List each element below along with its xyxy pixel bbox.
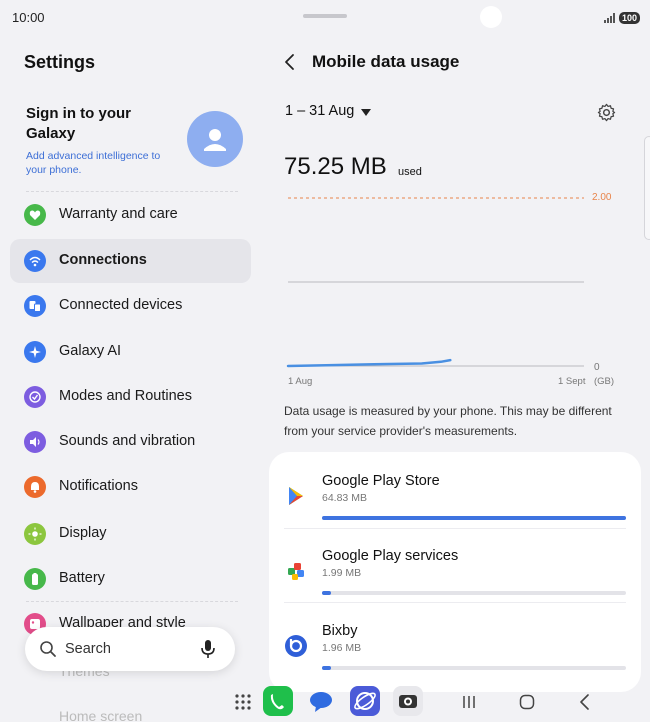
sidebar-item-modes-and-routines[interactable]: Modes and Routines [10, 375, 251, 419]
google-play-store-icon [289, 487, 303, 505]
chart-x-end-label: 1 Sept [558, 376, 586, 387]
sidebar-item-label: Galaxy AI [59, 343, 122, 359]
usage-chart: 2.00 0 1 Aug 1 Sept (GB) [284, 188, 624, 388]
app-row-google-play-store[interactable]: Google Play Store 64.83 MB [269, 458, 641, 532]
sidebar-item-notifications[interactable]: Notifications [10, 465, 251, 509]
app-name: Google Play services [322, 548, 459, 564]
battery-icon [24, 568, 46, 590]
divider [284, 528, 626, 529]
sounds-and-vibration-icon [24, 431, 46, 453]
account-title: Sign in to your Galaxy [26, 105, 131, 142]
phone-app-icon[interactable] [263, 686, 293, 716]
search-placeholder: Search [65, 641, 111, 657]
sidebar-item-label: Connected devices [59, 297, 183, 313]
measurement-note: Data usage is measured by your phone. Th… [284, 404, 612, 438]
usage-bar-fill [322, 666, 332, 670]
back-nav-icon[interactable] [576, 694, 594, 710]
google-play-services-icon [288, 563, 304, 580]
sidebar-item-label: Sounds and vibration [59, 433, 196, 449]
gear-icon[interactable] [597, 103, 616, 122]
sidebar-item-galaxy-ai[interactable]: Galaxy AI [10, 330, 251, 374]
app-drawer-icon[interactable] [232, 691, 254, 713]
usage-bar [322, 516, 626, 520]
status-bar: 10:00 100 [0, 0, 650, 36]
sidebar-item-label: Warranty and care [59, 206, 178, 222]
menu-item-home-screen[interactable]: Home screen [59, 708, 142, 722]
usage-chart-svg [286, 197, 584, 368]
home-icon[interactable] [518, 694, 536, 710]
recent-apps-icon[interactable] [460, 694, 478, 710]
sidebar-item-warranty-and-care[interactable]: Warranty and care [10, 193, 251, 237]
app-size: 1.99 MB [322, 567, 362, 579]
sidebar-item-battery[interactable]: Battery [10, 557, 251, 601]
chart-x-start-label: 1 Aug [288, 376, 313, 387]
sidebar-item-sounds-and-vibration[interactable]: Sounds and vibration [10, 420, 251, 464]
app-size: 1.96 MB [322, 642, 362, 654]
sidebar-item-connections[interactable]: Connections [10, 239, 251, 283]
app-name: Google Play Store [322, 473, 440, 489]
messages-app-icon[interactable] [306, 686, 336, 716]
page-title: Mobile data usage [312, 52, 460, 71]
divider [26, 601, 238, 602]
divider [26, 191, 238, 192]
usage-amount: 75.25 MB [284, 153, 387, 180]
app-name: Bixby [322, 623, 358, 639]
settings-title: Settings [24, 52, 96, 72]
sidebar-item-label: Display [59, 525, 107, 541]
bixby-icon [285, 635, 307, 657]
camera-cutout [480, 6, 502, 28]
usage-suffix: used [398, 166, 422, 178]
app-usage-list: Google Play Store 64.83 MB Google Play s… [269, 452, 641, 692]
display-icon [24, 523, 46, 545]
app-row-bixby[interactable]: Bixby 1.96 MB [269, 608, 641, 682]
app-row-google-play-services[interactable]: Google Play services 1.99 MB [269, 533, 641, 607]
sidebar-item-label: Battery [59, 570, 105, 586]
window-handle[interactable] [303, 14, 347, 18]
account-card[interactable]: Sign in to your Galaxy Add advanced inte… [24, 102, 252, 182]
divider [284, 602, 626, 603]
chart-usage-line [286, 358, 452, 368]
internet-app-icon[interactable] [350, 686, 380, 716]
connected-devices-icon [24, 295, 46, 317]
search-input[interactable]: Search [25, 627, 235, 671]
usage-bar [322, 666, 626, 670]
galaxy-ai-icon [24, 341, 46, 363]
usage-bar [322, 591, 626, 595]
back-arrow-icon[interactable] [282, 52, 298, 72]
avatar-icon[interactable] [187, 111, 243, 167]
search-icon [40, 641, 56, 657]
sidebar-item-label: Connections [59, 252, 147, 268]
sidebar-item-label: Modes and Routines [59, 388, 192, 404]
camera-app-icon[interactable] [393, 686, 423, 716]
account-subtitle: Add advanced intelligence to your phone. [26, 150, 161, 176]
connections-icon [24, 250, 46, 272]
warranty-and-care-icon [24, 204, 46, 226]
chart-zero-label: 0 [594, 362, 600, 373]
sidebar-item-display[interactable]: Display [10, 512, 251, 556]
mic-icon[interactable] [199, 639, 217, 659]
notifications-icon [24, 476, 46, 498]
date-range-selector[interactable]: 1 – 31 Aug [285, 103, 354, 119]
app-size: 64.83 MB [322, 492, 367, 504]
modes-and-routines-icon [24, 386, 46, 408]
chevron-down-icon[interactable] [361, 109, 371, 116]
signal-icon [604, 13, 616, 23]
edge-panel-handle[interactable] [644, 136, 650, 240]
chart-unit-label: (GB) [594, 376, 615, 387]
usage-bar-fill [322, 591, 332, 595]
chart-limit-label: 2.00 [592, 192, 612, 203]
taskbar [220, 684, 640, 722]
sidebar-item-label: Notifications [59, 478, 138, 494]
usage-bar-fill [322, 516, 626, 520]
status-time: 10:00 [12, 10, 45, 25]
sidebar-item-connected-devices[interactable]: Connected devices [10, 284, 251, 328]
battery-icon: 100 [619, 12, 641, 24]
